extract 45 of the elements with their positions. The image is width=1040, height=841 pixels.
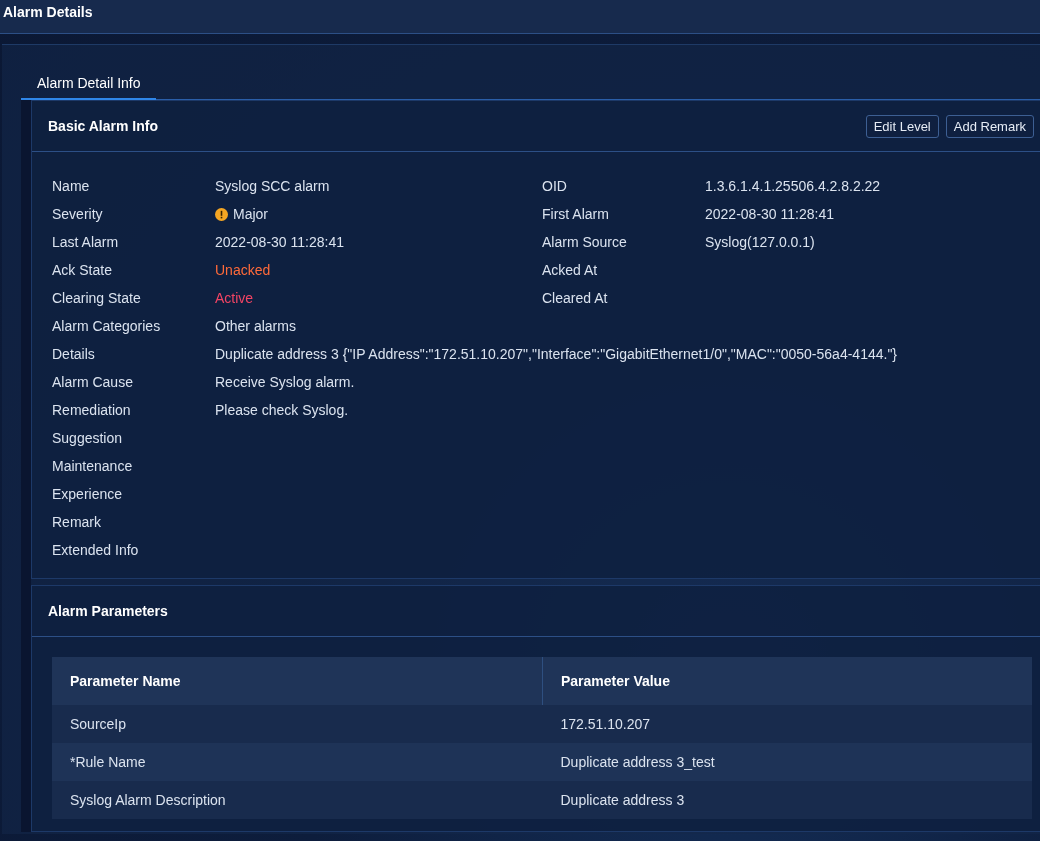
field-value: Other alarms: [215, 318, 296, 334]
field-label: Name: [52, 178, 91, 194]
field-label: Acked At: [542, 262, 599, 278]
field-label: Alarm Categories: [52, 318, 162, 334]
field-label: First Alarm: [542, 206, 610, 222]
field-label: Experience: [52, 486, 124, 502]
field-value: 1.3.6.1.4.1.25506.4.2.8.2.22: [705, 178, 881, 194]
field-value: Major: [233, 206, 268, 222]
action-button[interactable]: Edit Level: [865, 114, 939, 138]
page-title: Alarm Details: [3, 4, 93, 20]
table-cell: Syslog Alarm Description: [52, 781, 543, 819]
field-label: Alarm Cause: [52, 374, 134, 390]
field-value: Please check Syslog.: [215, 402, 349, 418]
field-label: Alarm Source: [542, 234, 628, 250]
field-value: 2022-08-30 11:28:41: [215, 234, 344, 250]
action-button[interactable]: Add Remark: [945, 114, 1034, 138]
field-label: Last Alarm: [52, 234, 120, 250]
column-header: Parameter Name: [52, 657, 543, 705]
field-value: Syslog SCC alarm: [215, 178, 330, 194]
field-value: Duplicate address 3 {"IP Address":"172.51.10.207","Interface":"GigabitEthernet1/0","MAC":"0050-56a4-4144."}: [215, 346, 898, 362]
field-label: Severity: [52, 206, 104, 222]
field-label: Suggestion: [52, 430, 124, 446]
field-label: Ack State: [52, 262, 113, 278]
table-cell: SourceIp: [52, 705, 543, 743]
warning-icon: [215, 207, 228, 221]
field-value: Receive Syslog alarm.: [215, 374, 355, 390]
field-label: Remediation: [52, 402, 132, 418]
table-cell: 172.51.10.207: [542, 705, 1032, 743]
field-label: Remark: [52, 514, 102, 530]
field-value: 2022-08-30 11:28:41: [705, 206, 834, 222]
section-title: Basic Alarm Info: [48, 118, 158, 134]
field-label: Cleared At: [542, 290, 609, 306]
table-cell: Duplicate address 3_test: [542, 743, 1032, 781]
field-label: Extended Info: [52, 542, 140, 558]
field-label: Maintenance: [52, 458, 134, 474]
section-title: Alarm Parameters: [48, 603, 168, 619]
column-header: Parameter Value: [542, 657, 1032, 705]
table-cell: *Rule Name: [52, 743, 543, 781]
table-cell: Duplicate address 3: [542, 781, 1032, 819]
field-label: Clearing State: [52, 290, 142, 306]
field-label: OID: [542, 178, 568, 194]
field-value: Syslog(127.0.0.1): [705, 234, 815, 250]
field-label: Details: [52, 346, 96, 362]
field-value: Unacked: [215, 262, 271, 278]
field-value: Active: [215, 290, 254, 306]
